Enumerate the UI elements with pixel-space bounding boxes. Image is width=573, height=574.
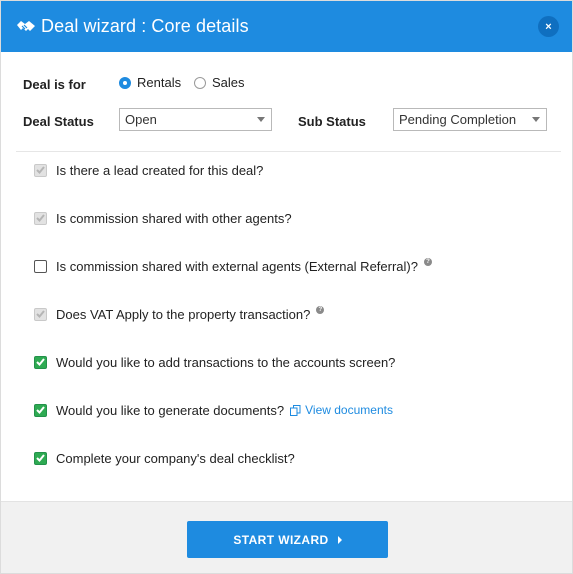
help-icon[interactable]: ? [423,258,432,266]
radio-sales[interactable]: Sales [194,75,245,90]
deal-status-value: Open [125,112,157,127]
dialog-footer: START WIZARD [1,501,572,573]
sub-status-value: Pending Completion [399,112,517,127]
checkbox-lead-created[interactable] [34,163,47,177]
close-icon: × [545,20,552,33]
view-documents-link[interactable]: View documents [290,403,393,417]
sub-status-select[interactable]: Pending Completion [393,108,547,131]
question-commission-shared: Is commission shared with other agents? [34,210,292,226]
deal-for-label: Deal is for [23,76,86,92]
close-button[interactable]: × [538,16,559,37]
view-documents-label: View documents [305,403,393,417]
deal-status-label: Deal Status [23,114,94,129]
start-wizard-label: START WIZARD [233,532,329,547]
question-text: Is commission shared with other agents? [56,210,292,226]
question-checklist: Complete your company's deal checklist? [34,450,295,466]
checkbox-external-referral[interactable] [34,259,47,273]
question-transactions: Would you like to add transactions to th… [34,354,395,370]
checkbox-vat[interactable] [34,307,47,321]
radio-rentals-indicator[interactable] [119,76,131,89]
start-wizard-button[interactable]: START WIZARD [187,521,388,558]
divider [16,151,561,152]
chevron-down-icon [532,117,540,122]
checkbox-transactions[interactable] [34,355,47,369]
radio-sales-indicator[interactable] [194,76,206,89]
checkbox-documents[interactable] [34,403,47,417]
question-vat: Does VAT Apply to the property transacti… [34,306,325,322]
caret-right-icon [337,535,342,544]
handshake-icon [16,17,36,37]
chevron-down-icon [257,117,265,122]
question-text: Complete your company's deal checklist? [56,450,295,466]
radio-rentals[interactable]: Rentals [119,75,181,90]
question-text: Is commission shared with external agent… [56,258,418,274]
deal-wizard-dialog: Deal wizard : Core details × Deal is for… [0,0,573,574]
question-lead-created: Is there a lead created for this deal? [34,162,263,178]
sub-status-label: Sub Status [298,114,366,129]
dialog-header: Deal wizard : Core details [1,1,572,52]
radio-rentals-label: Rentals [137,75,182,90]
question-text: Is there a lead created for this deal? [56,162,264,178]
deal-status-select[interactable]: Open [119,108,272,131]
question-text: Would you like to add transactions to th… [56,354,396,370]
copy-icon [290,404,301,416]
checkbox-commission-shared[interactable] [34,211,47,225]
question-text: Does VAT Apply to the property transacti… [56,306,311,322]
question-external-referral: Is commission shared with external agent… [34,258,432,274]
dialog-title: Deal wizard : Core details [41,16,249,36]
radio-sales-label: Sales [212,75,245,90]
help-icon[interactable]: ? [316,306,325,314]
checkbox-checklist[interactable] [34,451,47,465]
question-text: Would you like to generate documents? [56,402,285,418]
question-documents: Would you like to generate documents? Vi… [34,402,393,418]
